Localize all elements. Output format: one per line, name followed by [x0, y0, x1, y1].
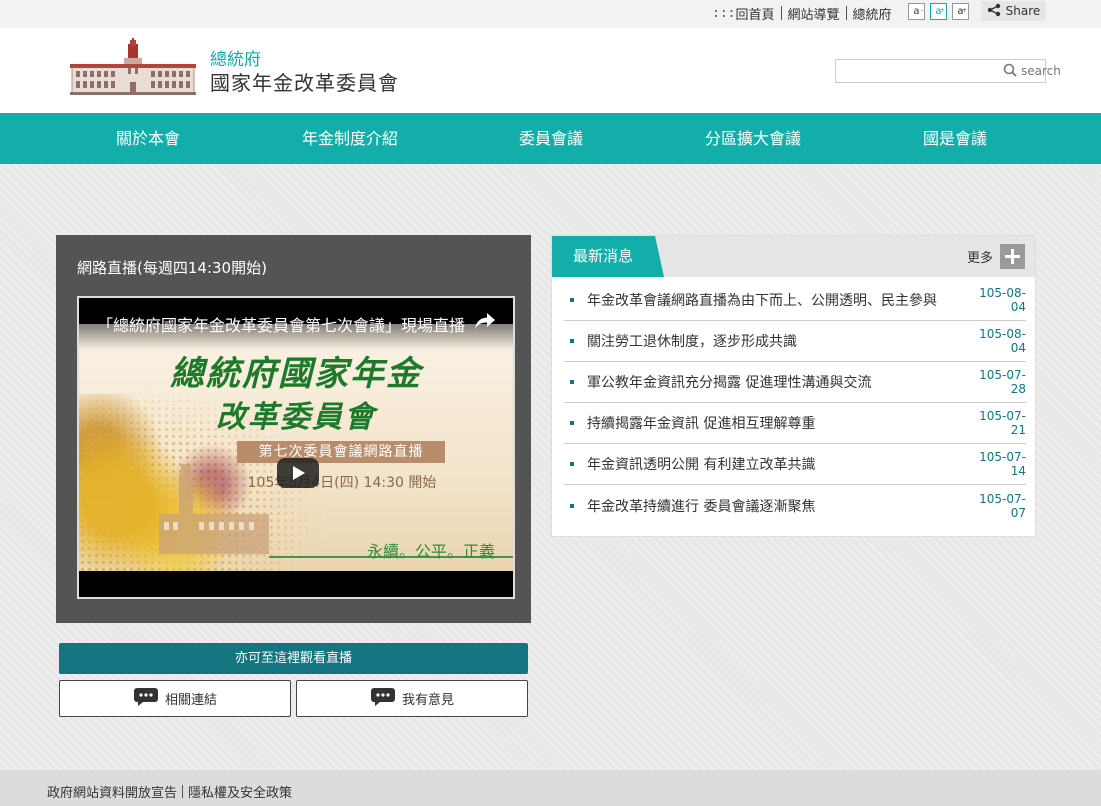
search-box: search	[835, 59, 1061, 83]
presidential-office-logo[interactable]	[68, 38, 198, 102]
share-label: Share	[1005, 4, 1041, 18]
video-thumbnail[interactable]: 總統府國家年金 改革委員會 第七次委員會議網路直播 105年8月4日(四) 14…	[79, 324, 513, 571]
share-icon	[987, 3, 1001, 20]
news-item[interactable]: 關注勞工退休制度，逐步形成共識 105-08-04	[564, 321, 1026, 362]
news-title[interactable]: 年金資訊透明公開 有利建立改革共識	[587, 454, 968, 474]
divider	[845, 6, 847, 20]
search-input[interactable]	[836, 60, 1003, 82]
related-links-button[interactable]: 相關連結	[59, 680, 291, 717]
font-size-controls: a- a + a +	[908, 3, 969, 20]
news-date: 105-07-28	[979, 368, 1026, 396]
accesskey-marker[interactable]: :::	[712, 6, 735, 21]
font-size-large-button[interactable]: a +	[952, 3, 969, 20]
bullet-icon	[570, 298, 574, 302]
site-title[interactable]: 總統府 國家年金改革委員會	[210, 50, 399, 96]
search-icon	[1003, 63, 1017, 80]
news-more-label: 更多	[966, 251, 993, 266]
bullet-icon	[570, 339, 574, 343]
video-calligraphy-line2: 改革委員會	[216, 400, 376, 435]
content-area: 網路直播(每週四14:30開始) 總統府國家年金 改革委員會 第七次委員會議網路…	[0, 164, 1101, 770]
bullet-icon	[570, 380, 574, 384]
search-button[interactable]: search	[1003, 63, 1066, 80]
news-panel: 最新消息 更多 年金改革會議網路直播為由下而上、公開透明、民主參與 105-08…	[551, 235, 1036, 537]
feedback-button[interactable]: 我有意見	[296, 680, 528, 717]
news-item[interactable]: 年金改革持續進行 委員會議逐漸聚焦 105-07-07	[564, 485, 1026, 526]
live-stream-panel: 網路直播(每週四14:30開始) 總統府國家年金 改革委員會 第七次委員會議網路…	[56, 235, 531, 623]
video-band-text: 第七次委員會議網路直播	[237, 441, 445, 463]
top-links: ::: 回首頁 網站導覽 總統府	[712, 4, 892, 23]
site-header: 總統府 國家年金改革委員會 search	[0, 28, 1101, 113]
site-title-line1: 總統府	[210, 50, 261, 70]
divider	[780, 6, 782, 20]
search-button-label: search	[1021, 64, 1061, 78]
news-item[interactable]: 年金改革會議網路直播為由下而上、公開透明、民主參與 105-08-04	[564, 280, 1026, 321]
share-button[interactable]: Share	[981, 1, 1046, 21]
watch-live-button[interactable]: 亦可至這裡觀看直播	[59, 643, 528, 674]
news-list: 年金改革會議網路直播為由下而上、公開透明、民主參與 105-08-04 關注勞工…	[564, 280, 1026, 526]
font-size-medium-button[interactable]: a +	[930, 3, 947, 20]
video-title[interactable]: 「總統府國家年金改革委員會第七次會議」現場直播	[97, 312, 467, 336]
news-header: 最新消息 更多	[552, 236, 1035, 277]
home-link[interactable]: 回首頁	[735, 4, 774, 23]
news-date: 105-08-04	[979, 327, 1026, 355]
font-size-small-button[interactable]: a-	[908, 3, 925, 20]
privacy-policy-link[interactable]: 隱私權及安全政策	[188, 782, 292, 801]
divider	[182, 785, 184, 798]
site-footer: 政府網站資料開放宣告 隱私權及安全政策	[0, 770, 1101, 806]
nav-item-national-conference[interactable]: 國是會議	[923, 113, 987, 164]
video-date-text: 105年8月4日(四) 14:30 開始	[247, 475, 437, 491]
chat-bubble-icon	[133, 687, 159, 711]
news-more-link[interactable]: 更多	[967, 244, 1025, 269]
news-title[interactable]: 關注勞工退休制度，逐步形成共識	[587, 331, 968, 351]
news-item[interactable]: 軍公教年金資訊充分揭露 促進理性溝通與交流 105-07-28	[564, 362, 1026, 403]
video-calligraphy-line1: 總統府國家年金	[170, 354, 422, 394]
main-nav: 關於本會 年金制度介紹 委員會議 分區擴大會議 國是會議	[0, 113, 1101, 164]
president-office-link[interactable]: 總統府	[853, 4, 892, 23]
play-icon[interactable]	[277, 458, 319, 488]
news-title[interactable]: 軍公教年金資訊充分揭露 促進理性溝通與交流	[587, 372, 968, 392]
news-date: 105-07-14	[979, 450, 1026, 478]
news-date: 105-07-07	[979, 491, 1026, 520]
news-title[interactable]: 持續揭露年金資訊 促進相互理解尊重	[587, 413, 968, 433]
nav-item-regional-meetings[interactable]: 分區擴大會議	[705, 113, 801, 164]
open-data-link[interactable]: 政府網站資料開放宣告	[47, 782, 177, 801]
footer-links: 政府網站資料開放宣告 隱私權及安全政策	[47, 782, 292, 801]
news-tab[interactable]: 最新消息	[552, 236, 664, 277]
nav-item-about[interactable]: 關於本會	[116, 113, 180, 164]
bullet-icon	[570, 421, 574, 425]
nav-item-committee-meetings[interactable]: 委員會議	[519, 113, 583, 164]
video-title-bar: 「總統府國家年金改革委員會第七次會議」現場直播	[79, 298, 513, 350]
chat-bubble-icon	[370, 687, 396, 711]
feedback-label: 我有意見	[401, 693, 454, 708]
news-date: 105-08-04	[979, 286, 1026, 314]
bullet-icon	[570, 462, 574, 466]
news-item[interactable]: 年金資訊透明公開 有利建立改革共識 105-07-14	[564, 444, 1026, 485]
bullet-icon	[570, 503, 574, 508]
news-item[interactable]: 持續揭露年金資訊 促進相互理解尊重 105-07-21	[564, 403, 1026, 444]
site-title-line2: 國家年金改革委員會	[210, 71, 399, 95]
nav-item-pension-intro[interactable]: 年金制度介紹	[302, 113, 398, 164]
news-date: 105-07-21	[979, 409, 1026, 437]
video-slogan: 永續。公平。正義	[366, 542, 495, 561]
top-utility-bar: ::: 回首頁 網站導覽 總統府 a- a + a + Share	[0, 0, 1101, 28]
news-title[interactable]: 年金改革持續進行 委員會議逐漸聚焦	[587, 496, 968, 516]
plus-icon	[1000, 244, 1025, 269]
sitemap-link[interactable]: 網站導覽	[788, 4, 840, 23]
live-stream-title: 網路直播(每週四14:30開始)	[77, 259, 267, 277]
news-title[interactable]: 年金改革會議網路直播為由下而上、公開透明、民主參與	[587, 290, 968, 310]
video-share-icon[interactable]	[474, 312, 496, 334]
video-player[interactable]: 總統府國家年金 改革委員會 第七次委員會議網路直播 105年8月4日(四) 14…	[77, 296, 515, 599]
related-links-label: 相關連結	[164, 693, 217, 708]
